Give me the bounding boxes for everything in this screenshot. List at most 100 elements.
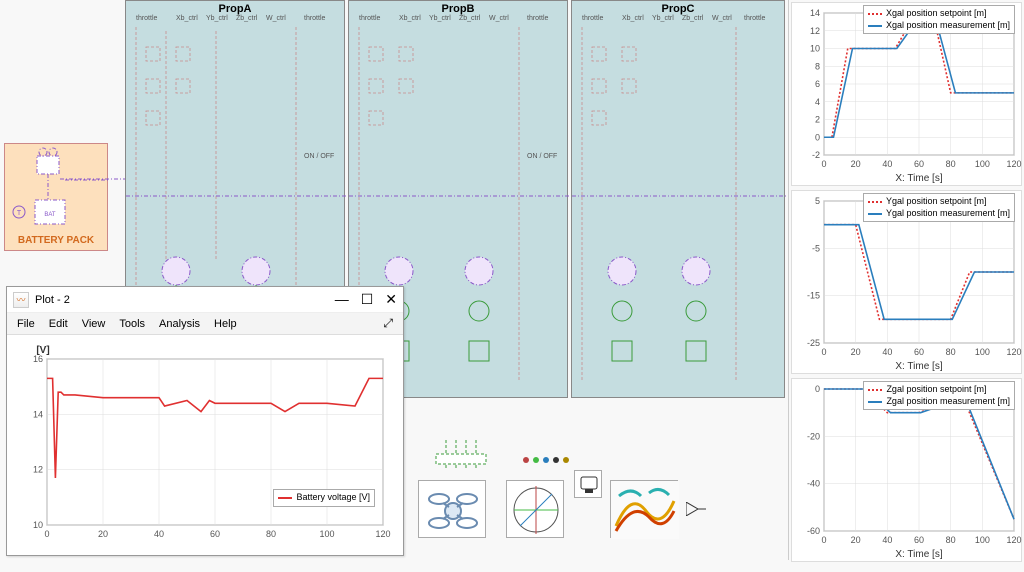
svg-text:5: 5 — [815, 196, 820, 206]
legend-label: Xgal position setpoint [m] — [886, 8, 987, 20]
menu-help[interactable]: Help — [214, 318, 237, 330]
svg-text:40: 40 — [882, 535, 892, 545]
chart-ygal[interactable]: 0 20 40 60 80 100 120 -25 -15 -5 5 X: Time [s] Ygal… — [791, 190, 1022, 374]
svg-text:80: 80 — [946, 347, 956, 357]
port-label: Yb_ctrl — [429, 15, 451, 22]
svg-text:14: 14 — [810, 8, 820, 18]
svg-text:-5: -5 — [812, 243, 820, 253]
svg-text:60: 60 — [914, 347, 924, 357]
svg-text:40: 40 — [882, 159, 892, 169]
svg-text:100: 100 — [975, 535, 990, 545]
svg-text:14: 14 — [33, 409, 43, 419]
plot-titlebar[interactable]: 〰 Plot - 2 — ☐ ✕ — [7, 287, 403, 313]
svg-text:0: 0 — [44, 529, 49, 539]
svg-text:100: 100 — [975, 159, 990, 169]
svg-text:-2: -2 — [812, 150, 820, 160]
svg-text:20: 20 — [851, 535, 861, 545]
svg-text:4: 4 — [815, 97, 820, 107]
svg-text:0: 0 — [815, 132, 820, 142]
svg-text:X: Time [s]: X: Time [s] — [895, 549, 942, 560]
port-label: Zb_ctrl — [236, 15, 257, 22]
port-label: Xb_ctrl — [176, 15, 198, 22]
subsystem-title-b: PropB — [442, 3, 475, 15]
maximize-button[interactable]: ☐ — [361, 291, 374, 308]
plot-menubar: File Edit View Tools Analysis Help ⤢ — [7, 313, 403, 335]
legend-label: Zgal position setpoint [m] — [886, 384, 986, 396]
sensor-icon-block[interactable] — [574, 470, 602, 498]
plot-app-icon: 〰 — [13, 292, 29, 308]
svg-text:-40: -40 — [807, 479, 820, 489]
menu-edit[interactable]: Edit — [49, 318, 68, 330]
svg-text:-60: -60 — [807, 526, 820, 536]
port-label: throttle — [527, 15, 548, 22]
chart-zgal[interactable]: 020406080100120-60-40-200X: Time [s] Zga… — [791, 378, 1022, 562]
menu-tools[interactable]: Tools — [119, 318, 145, 330]
svg-text:X: Time [s]: X: Time [s] — [895, 361, 942, 372]
menu-analysis[interactable]: Analysis — [159, 318, 200, 330]
svg-text:X: Time [s]: X: Time [s] — [895, 173, 942, 184]
port-label: Xb_ctrl — [399, 15, 421, 22]
svg-text:-15: -15 — [807, 291, 820, 301]
svg-text:-25: -25 — [807, 338, 820, 348]
legend-zgal: Zgal position setpoint [m] Zgal position… — [863, 381, 1015, 410]
svg-text:0: 0 — [821, 535, 826, 545]
menu-view[interactable]: View — [82, 318, 106, 330]
svg-text:100: 100 — [975, 347, 990, 357]
legend-label: Battery voltage [V] — [296, 492, 370, 504]
legend-ygal: Ygal position setpoint [m] Ygal position… — [863, 193, 1015, 222]
legend-label: Xgal position measurement [m] — [886, 20, 1010, 32]
svg-text:0: 0 — [821, 159, 826, 169]
svg-text:120: 120 — [1006, 347, 1021, 357]
svg-text:2: 2 — [815, 115, 820, 125]
subsystem-title-c: PropC — [662, 3, 695, 15]
battery-label: BATTERY PACK — [18, 235, 94, 246]
pin-icon[interactable]: ⤢ — [383, 316, 393, 331]
svg-text:[V]: [V] — [36, 345, 49, 356]
port-label: throttle — [136, 15, 157, 22]
legend-label: Ygal position measurement [m] — [886, 208, 1010, 220]
legend-label: Zgal position measurement [m] — [886, 396, 1010, 408]
svg-text:60: 60 — [914, 535, 924, 545]
plot-window[interactable]: 〰 Plot - 2 — ☐ ✕ File Edit View Tools An… — [6, 286, 404, 556]
port-label: W_ctrl — [489, 15, 509, 22]
svg-text:10: 10 — [33, 520, 43, 530]
svg-text:20: 20 — [851, 347, 861, 357]
port-label: Xb_ctrl — [622, 15, 644, 22]
svg-text:40: 40 — [882, 347, 892, 357]
svg-text:60: 60 — [210, 529, 220, 539]
svg-text:120: 120 — [375, 529, 390, 539]
svg-text:12: 12 — [810, 26, 820, 36]
drone-icon-block[interactable] — [418, 480, 486, 538]
axis-icon-block[interactable] — [506, 480, 564, 538]
subsystem-title-a: PropA — [219, 3, 252, 15]
minimize-button[interactable]: — — [335, 291, 349, 308]
svg-text:40: 40 — [154, 529, 164, 539]
plot-area-battery[interactable]: 02040608010012010121416[V] Battery volta… — [7, 335, 403, 555]
port-label: W_ctrl — [266, 15, 286, 22]
svg-text:6: 6 — [815, 79, 820, 89]
cfd-image-block[interactable] — [610, 480, 678, 538]
port-label: throttle — [744, 15, 765, 22]
svg-text:80: 80 — [946, 535, 956, 545]
legend-xgal: Xgal position setpoint [m] Xgal position… — [863, 5, 1015, 34]
chart-xgal[interactable]: 020406080100120-202468101214X: Time [s] … — [791, 2, 1022, 186]
svg-text:120: 120 — [1006, 535, 1021, 545]
port-label: throttle — [304, 15, 325, 22]
svg-text:20: 20 — [851, 159, 861, 169]
port-label: Zb_ctrl — [682, 15, 703, 22]
svg-text:60: 60 — [914, 159, 924, 169]
close-button[interactable]: ✕ — [385, 291, 397, 308]
svg-text:0: 0 — [821, 347, 826, 357]
svg-text:BAT: BAT — [44, 212, 56, 218]
svg-text:8: 8 — [815, 61, 820, 71]
legend-battery: Battery voltage [V] — [273, 489, 375, 507]
svg-text:12: 12 — [33, 465, 43, 475]
port-label: throttle — [359, 15, 380, 22]
legend-label: Ygal position setpoint [m] — [886, 196, 987, 208]
subsystem-prop-c[interactable]: PropC throttle Xb_ctrl Yb_ctrl Zb_ctrl W… — [571, 0, 785, 398]
menu-file[interactable]: File — [17, 318, 35, 330]
svg-text:T: T — [17, 210, 22, 217]
port-label: Yb_ctrl — [206, 15, 228, 22]
battery-pack-block[interactable]: T BAT BATTERY PACK — [4, 143, 108, 251]
svg-text:100: 100 — [319, 529, 334, 539]
